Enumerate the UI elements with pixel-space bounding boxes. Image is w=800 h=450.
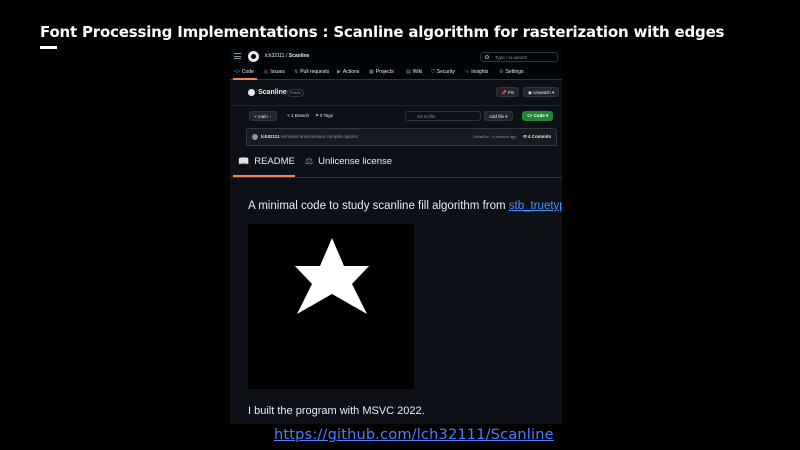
projects-icon: ▦ (369, 69, 374, 75)
branch-icon: ⑂ (287, 113, 290, 118)
active-tab-indicator (233, 175, 295, 177)
tab-insights[interactable]: ∿ Insights (465, 69, 488, 75)
tab-issues[interactable]: ◎ Issues (264, 69, 285, 75)
security-icon: ⛉ (431, 69, 435, 75)
tab-wiki[interactable]: ▤ Wiki (406, 69, 422, 75)
repo-name[interactable]: Scanline (258, 89, 287, 96)
tab-security[interactable]: ⛉ Security (431, 69, 455, 75)
readme-intro: A minimal code to study scanline fill al… (248, 200, 562, 212)
wiki-icon: ▤ (406, 69, 411, 75)
breadcrumb-separator: / (285, 53, 288, 59)
search-placeholder: Type / to search (495, 54, 528, 60)
latest-commit: lch32111 removed unnecessary compile opt… (246, 128, 557, 146)
commit-user[interactable]: lch32111 (261, 134, 280, 139)
star-shape (295, 238, 369, 314)
github-screenshot: lch32111 / Scanline Type / to search <> C… (230, 48, 562, 424)
tab-license[interactable]: ⚖ Unlicense license (305, 156, 392, 167)
goto-file-input[interactable]: Go to file (405, 111, 481, 121)
pin-icon: 📌 (501, 89, 507, 95)
tab-readme[interactable]: 📖 README (238, 156, 295, 167)
chevron-down-icon: ▾ (269, 113, 272, 119)
branches-link[interactable]: ⑂ 1 Branch (287, 113, 309, 118)
pin-button[interactable]: 📌 Pin (496, 87, 520, 97)
github-logo-icon[interactable] (248, 51, 259, 62)
tab-projects[interactable]: ▦ Projects (369, 69, 394, 75)
slide-title: Font Processing Implementations : Scanli… (40, 23, 725, 41)
chevron-down-icon: ▾ (551, 89, 555, 95)
branch-select[interactable]: ⑂ main ▾ (249, 111, 277, 121)
search-icon (485, 55, 489, 59)
repo-header: Scanline Public 📌 Pin ◉ Unwatch ▾ (230, 80, 562, 106)
tags-link[interactable]: ⌗ 0 Tags (316, 113, 333, 118)
readme-footnote: I built the program with MSVC 2022. (248, 405, 425, 417)
history-icon: ⟲ (523, 134, 527, 139)
tab-actions[interactable]: ▶ Actions (337, 69, 359, 75)
github-header: lch32111 / Scanline Type / to search (230, 48, 562, 65)
chevron-down-icon: ▾ (546, 112, 549, 118)
add-file-button[interactable]: Add file ▾ (484, 111, 513, 121)
branch-icon: ⑂ (254, 113, 257, 119)
commit-count[interactable]: ⟲ 4 Commits (523, 134, 551, 140)
breadcrumb-repo[interactable]: Scanline (289, 53, 310, 59)
tab-code[interactable]: <> Code (234, 69, 254, 75)
book-icon: 📖 (238, 156, 250, 166)
issues-icon: ◎ (264, 69, 269, 75)
tab-settings[interactable]: ⚙ Settings (499, 69, 524, 75)
repo-avatar-icon (248, 89, 255, 96)
readme-tabs: 📖 README ⚖ Unlicense license (230, 148, 562, 178)
repo-url-link[interactable]: https://github.com/lch32111/Scanline (274, 427, 554, 443)
breadcrumb-owner[interactable]: lch32111 (265, 53, 285, 59)
commit-hash-time[interactable]: 24ba61a · 4 months ago (473, 134, 516, 139)
star-rasterization-image (248, 224, 414, 389)
commit-message[interactable]: removed unnecessary compile options (281, 134, 358, 139)
pull-requests-icon: ⇅ (294, 69, 299, 75)
chevron-down-icon: ▾ (505, 113, 508, 119)
visibility-badge: Public (287, 89, 304, 97)
code-icon: <> (234, 69, 240, 75)
eye-icon: ◉ (528, 89, 532, 95)
branch-toolbar: ⑂ main ▾ ⑂ 1 Branch ⌗ 0 Tags Go to file … (230, 111, 562, 125)
hamburger-menu-icon[interactable] (234, 53, 241, 59)
code-icon: <> (527, 112, 533, 118)
search-input[interactable]: Type / to search (480, 52, 558, 62)
tab-pull-requests[interactable]: ⇅ Pull requests (294, 69, 329, 75)
actions-icon: ▶ (337, 69, 341, 75)
code-button[interactable]: <> Code ▾ (522, 111, 554, 121)
insights-icon: ∿ (465, 69, 470, 75)
breadcrumb: lch32111 / Scanline (265, 53, 309, 59)
title-underline (40, 46, 57, 49)
repo-nav: <> Code ◎ Issues ⇅ Pull requests ▶ Actions ▦… (230, 65, 562, 80)
tag-icon: ⌗ (316, 113, 319, 118)
settings-icon: ⚙ (499, 69, 504, 75)
stb-truetype-link[interactable]: stb_truetype.h (509, 200, 562, 212)
unwatch-button[interactable]: ◉ Unwatch ▾ (523, 87, 560, 97)
scale-icon: ⚖ (305, 156, 314, 166)
avatar[interactable] (252, 134, 258, 140)
